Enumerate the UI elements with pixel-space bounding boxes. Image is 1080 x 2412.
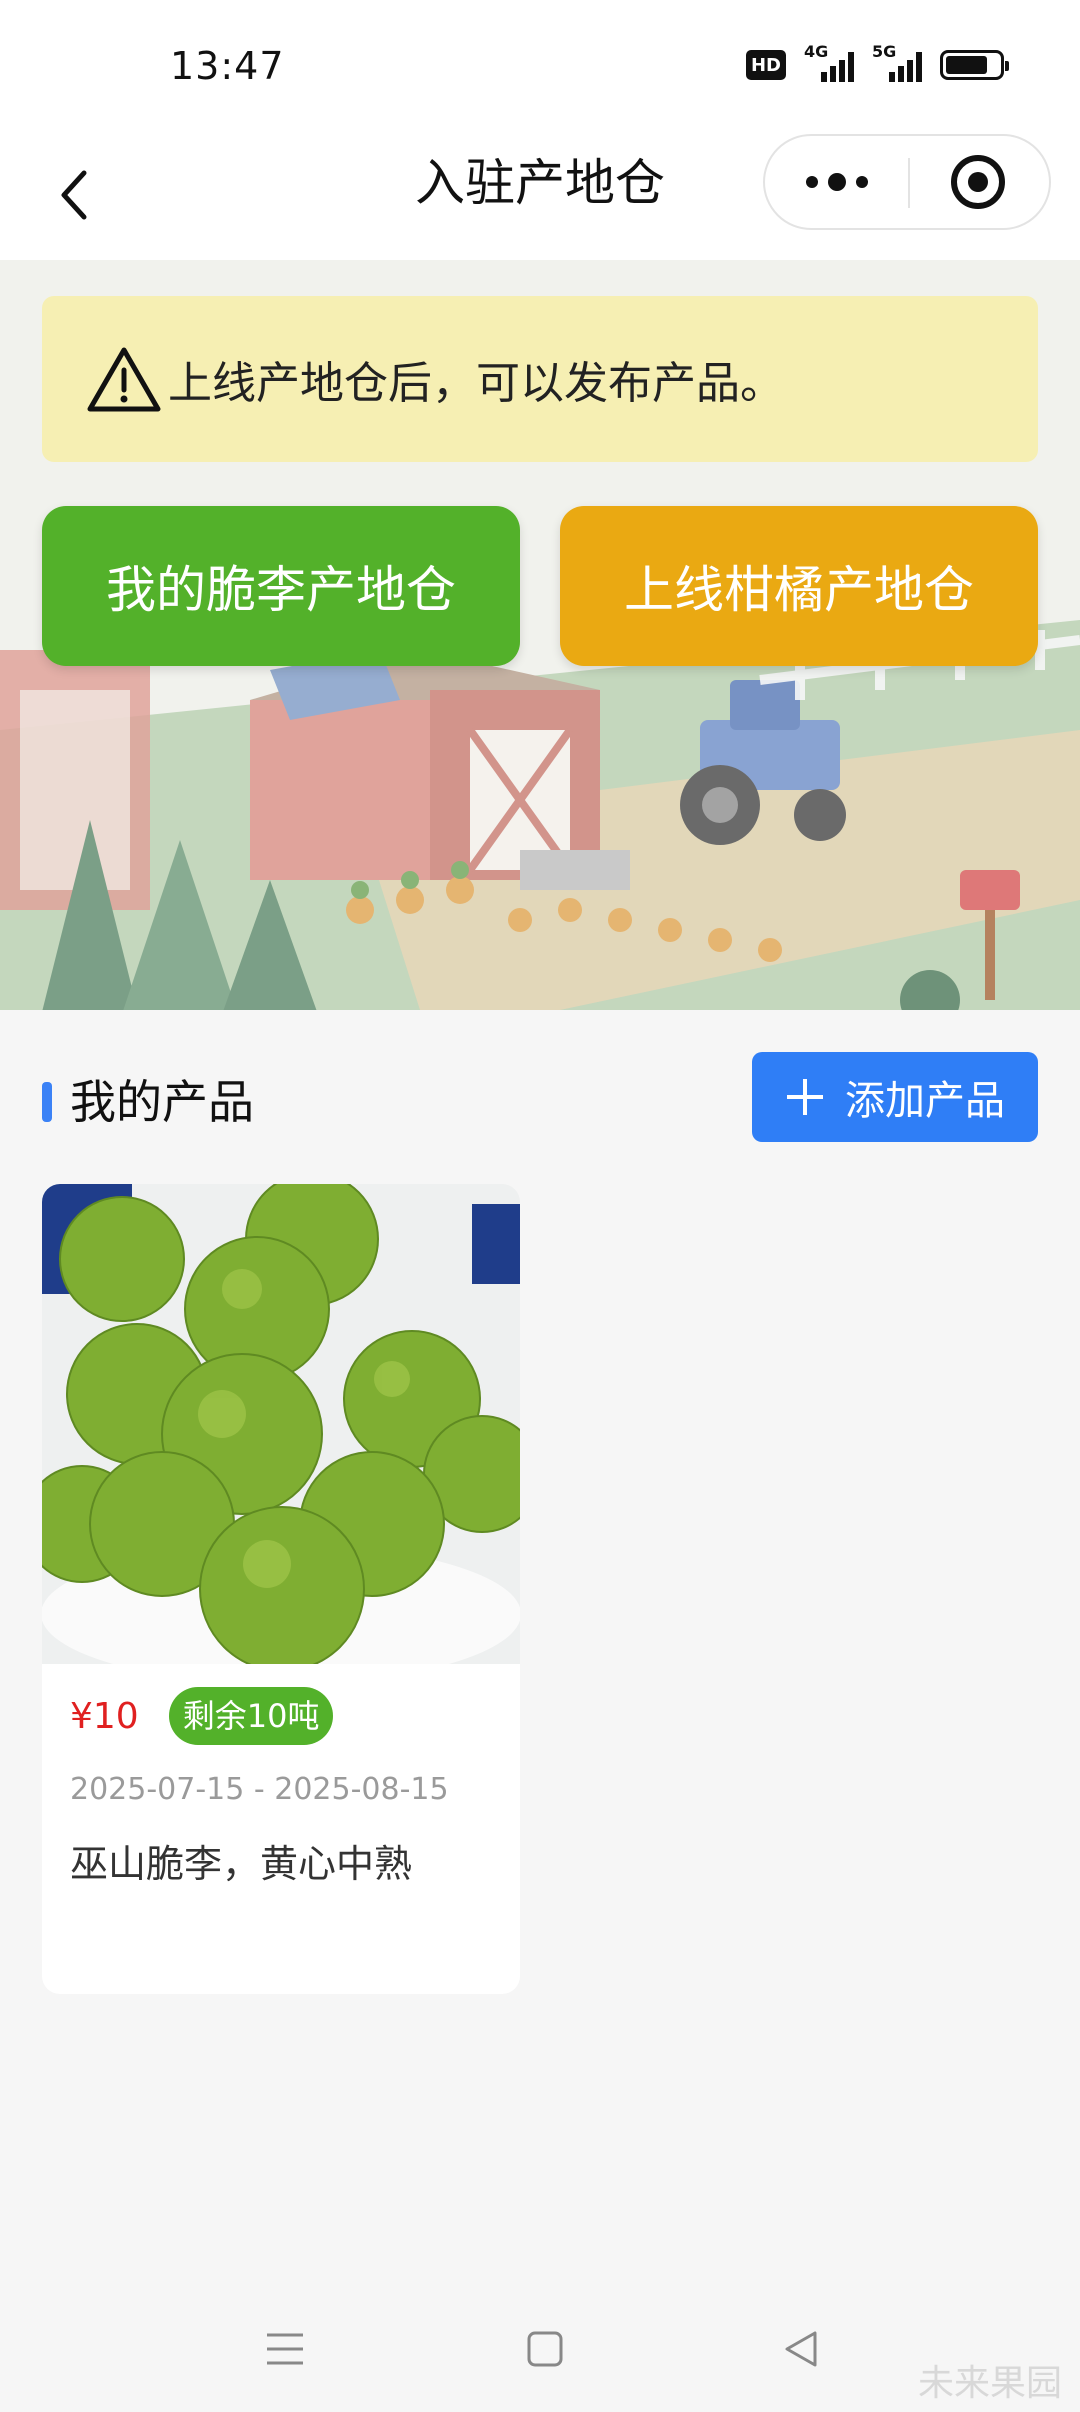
product-card-body: ¥10 剩余10吨 2025-07-15 - 2025-08-15 巫山脆李，黄…	[42, 1686, 520, 1888]
chevron-left-icon	[61, 170, 87, 220]
warning-triangle-icon	[87, 347, 161, 412]
price-row: ¥10 剩余10吨	[70, 1686, 492, 1746]
close-button[interactable]	[906, 136, 1049, 228]
system-back-button[interactable]	[766, 2314, 836, 2384]
notice-banner: 上线产地仓后，可以发布产品。	[42, 296, 1038, 462]
launch-citrus-warehouse-button[interactable]: 上线柑橘产地仓	[560, 506, 1038, 666]
signal-4g-icon: 4G	[804, 42, 854, 82]
status-bar: 13:47 HD 4G 5G	[0, 0, 1080, 130]
product-image	[42, 1184, 520, 1664]
notice-text: 上线产地仓后，可以发布产品。	[168, 358, 784, 409]
target-circle-icon	[950, 155, 1005, 209]
nav-bar: 入驻产地仓	[0, 130, 1080, 260]
products-section-header: 我的产品 添加产品	[42, 1052, 1038, 1144]
menu-icon	[267, 2333, 303, 2365]
product-description: 巫山脆李，黄心中熟	[70, 1842, 413, 1886]
page: 13:47 HD 4G 5G 入驻产地仓 上线产地仓后，可以发布产品。 我的脆李…	[0, 0, 1080, 2412]
product-price: ¥10	[70, 1695, 139, 1737]
mini-program-capsule	[763, 134, 1051, 230]
add-product-label: 添加产品	[845, 1078, 1005, 1124]
section-accent-bar	[42, 1082, 52, 1122]
status-time: 13:47	[170, 44, 285, 88]
system-menu-button[interactable]	[250, 2314, 320, 2384]
my-plum-warehouse-button[interactable]: 我的脆李产地仓	[42, 506, 520, 666]
signal-5g-icon: 5G	[872, 42, 922, 82]
triangle-back-icon	[785, 2331, 817, 2367]
system-home-button[interactable]	[510, 2314, 580, 2384]
hd-icon: HD	[746, 50, 786, 80]
add-product-button[interactable]: 添加产品	[752, 1052, 1038, 1142]
product-card[interactable]: ¥10 剩余10吨 2025-07-15 - 2025-08-15 巫山脆李，黄…	[42, 1184, 520, 1994]
green-plums-photo	[42, 1184, 520, 1664]
more-dots-icon	[805, 173, 868, 191]
back-button[interactable]	[44, 150, 104, 240]
product-date-range: 2025-07-15 - 2025-08-15	[70, 1772, 449, 1807]
status-icons: HD 4G 5G	[746, 42, 1009, 82]
square-home-icon	[527, 2331, 563, 2367]
section-title: 我的产品	[70, 1075, 254, 1129]
plus-icon	[787, 1079, 823, 1115]
more-button[interactable]	[765, 136, 908, 228]
hero-banner: 上线产地仓后，可以发布产品。 我的脆李产地仓 上线柑橘产地仓	[0, 260, 1080, 1010]
stock-badge: 剩余10吨	[168, 1687, 334, 1745]
battery-icon	[940, 50, 1009, 80]
watermark: 未来果园	[917, 2363, 1062, 2404]
